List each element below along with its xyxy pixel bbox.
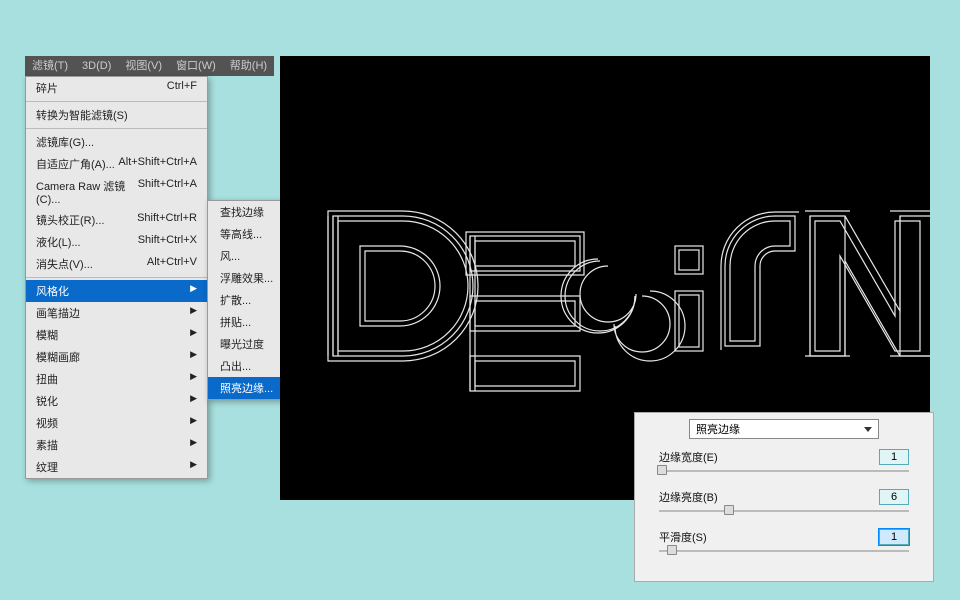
menu-item[interactable]: 滤镜库(G)... [26,131,207,153]
menu-item[interactable]: Camera Raw 滤镜(C)...Shift+Ctrl+A [26,175,207,209]
menu-item[interactable]: 镜头校正(R)...Shift+Ctrl+R [26,209,207,231]
menubar-item[interactable]: 滤镜(T) [25,56,75,76]
param-label: 边缘宽度(E) [659,449,718,465]
menu-item[interactable]: 纹理▶ [26,456,207,478]
filter-menu: 碎片Ctrl+F 转换为智能滤镜(S) 滤镜库(G)...自适应广角(A)...Al… [25,76,208,479]
menu-item[interactable]: 风格化▶ [26,280,207,302]
chevron-down-icon [864,427,872,432]
menu-item[interactable]: 模糊画廊▶ [26,346,207,368]
submenu-arrow-icon: ▶ [190,283,197,299]
menu-item[interactable]: 锐化▶ [26,390,207,412]
submenu-arrow-icon: ▶ [190,371,197,387]
glowing-edges-panel: 照亮边缘 边缘宽度(E) 1 边缘亮度(B) 6 平滑度(S) 1 [634,412,934,582]
menu-item[interactable]: 扭曲▶ [26,368,207,390]
param-value-input[interactable]: 1 [879,449,909,465]
param-slider[interactable] [659,467,909,479]
param-slider[interactable] [659,507,909,519]
param-value-input[interactable]: 6 [879,489,909,505]
dropdown-label: 照亮边缘 [696,421,740,437]
param-label: 边缘亮度(B) [659,489,718,505]
submenu-arrow-icon: ▶ [190,393,197,409]
param-label: 平滑度(S) [659,529,707,545]
menu-item[interactable]: 模糊▶ [26,324,207,346]
menubar: 滤镜(T)3D(D)视图(V)窗口(W)帮助(H) [25,56,274,76]
menu-item[interactable]: 素描▶ [26,434,207,456]
slider-thumb[interactable] [667,545,677,555]
submenu-arrow-icon: ▶ [190,437,197,453]
param-value-input[interactable]: 1 [879,529,909,545]
slider-thumb[interactable] [657,465,667,475]
submenu-arrow-icon: ▶ [190,415,197,431]
submenu-arrow-icon: ▶ [190,349,197,365]
menu-item[interactable]: 画笔描边▶ [26,302,207,324]
param-slider[interactable] [659,547,909,559]
menu-item[interactable]: 自适应广角(A)...Alt+Shift+Ctrl+A [26,153,207,175]
submenu-arrow-icon: ▶ [190,327,197,343]
menubar-item[interactable]: 帮助(H) [223,56,274,76]
menu-item[interactable]: 液化(L)...Shift+Ctrl+X [26,231,207,253]
menu-item[interactable]: 转换为智能滤镜(S) [26,104,207,126]
effect-dropdown[interactable]: 照亮边缘 [689,419,879,439]
menu-item[interactable]: 碎片Ctrl+F [26,77,207,99]
menu-item[interactable]: 消失点(V)...Alt+Ctrl+V [26,253,207,275]
menu-item[interactable]: 视频▶ [26,412,207,434]
menubar-item[interactable]: 3D(D) [75,56,118,76]
menubar-item[interactable]: 窗口(W) [169,56,223,76]
submenu-arrow-icon: ▶ [190,459,197,475]
submenu-arrow-icon: ▶ [190,305,197,321]
slider-thumb[interactable] [724,505,734,515]
menubar-item[interactable]: 视图(V) [118,56,169,76]
